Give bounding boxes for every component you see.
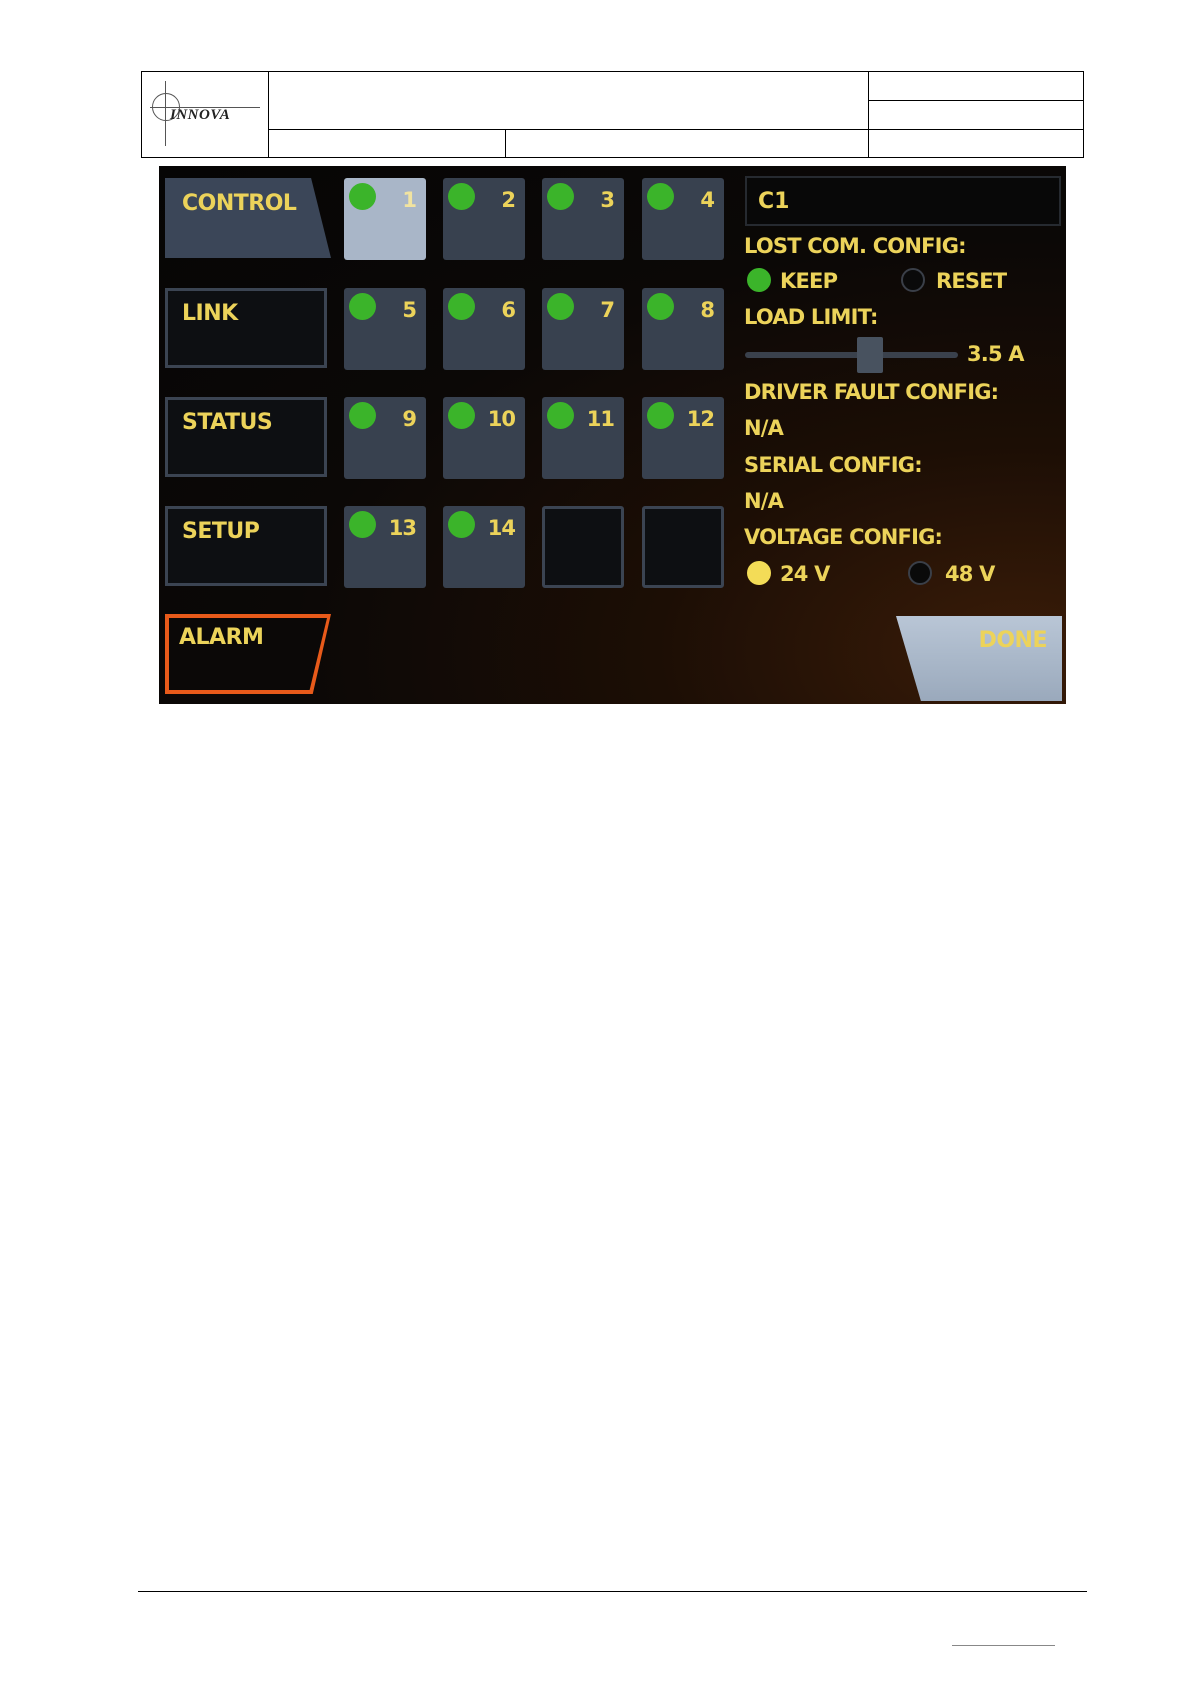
status-nav-button[interactable]: STATUS [165, 397, 327, 477]
logo-text: INNOVA [170, 107, 231, 123]
load-limit-slider-thumb[interactable] [857, 337, 884, 373]
status-led-icon [349, 511, 376, 538]
link-label: LINK [182, 301, 238, 326]
channel-number: 3 [600, 188, 615, 212]
setup-label: SETUP [182, 519, 260, 544]
channel-number: 6 [501, 298, 516, 322]
status-led-icon [349, 402, 376, 429]
channel-tile-5[interactable]: 5 [344, 288, 426, 370]
status-label: STATUS [182, 410, 273, 435]
status-led-icon [448, 183, 475, 210]
logo-line [165, 81, 166, 146]
channel-number: 5 [402, 298, 417, 322]
reset-radio[interactable] [901, 268, 925, 292]
status-led-icon [448, 402, 475, 429]
table-divider [868, 100, 1083, 101]
status-led-icon [547, 293, 574, 320]
voltage-24v-radio[interactable] [747, 561, 771, 585]
channel-tile-12[interactable]: 12 [642, 397, 724, 479]
channel-number: 4 [700, 188, 715, 212]
status-led-icon [349, 183, 376, 210]
table-divider [269, 129, 1083, 130]
channel-tile-6[interactable]: 6 [443, 288, 525, 370]
keep-radio[interactable] [747, 268, 771, 292]
reset-option-label: RESET [936, 269, 1007, 293]
footer-short-rule [952, 1645, 1055, 1646]
document-header-table: INNOVA [141, 71, 1084, 158]
channel-tile-3[interactable]: 3 [542, 178, 624, 260]
load-limit-value: 3.5 A [967, 342, 1025, 366]
channel-number: 11 [586, 407, 615, 431]
status-led-icon [448, 293, 475, 320]
channel-tile-10[interactable]: 10 [443, 397, 525, 479]
lost-com-label: LOST COM. CONFIG: [744, 234, 967, 258]
control-nav-button[interactable]: CONTROL [165, 178, 331, 258]
channel-number: 10 [487, 407, 516, 431]
status-led-icon [349, 293, 376, 320]
control-label: CONTROL [182, 191, 297, 216]
driver-fault-label: DRIVER FAULT CONFIG: [744, 380, 999, 404]
channel-number: 7 [600, 298, 615, 322]
table-divider [505, 129, 506, 157]
channel-tile-empty[interactable] [642, 506, 724, 588]
setup-nav-button[interactable]: SETUP [165, 506, 327, 586]
serial-config-label: SERIAL CONFIG: [744, 453, 923, 477]
keep-option-label: KEEP [780, 269, 838, 293]
alarm-label: ALARM [179, 625, 264, 650]
channel-number: 2 [501, 188, 516, 212]
channel-number: 13 [388, 516, 417, 540]
channel-number: 12 [686, 407, 715, 431]
channel-tile-1[interactable]: 1 [344, 178, 426, 260]
channel-number: 1 [402, 188, 417, 212]
channel-name-field[interactable]: C1 [745, 176, 1061, 226]
link-nav-button[interactable]: LINK [165, 288, 327, 368]
hmi-screenshot: CONTROL LINK STATUS SETUP ALARM 12345678… [159, 166, 1066, 704]
channel-tile-8[interactable]: 8 [642, 288, 724, 370]
voltage-48v-radio[interactable] [908, 561, 932, 585]
status-led-icon [547, 183, 574, 210]
load-limit-label: LOAD LIMIT: [744, 305, 878, 329]
voltage-24v-label: 24 V [780, 562, 830, 586]
voltage-48v-label: 48 V [945, 562, 995, 586]
status-led-icon [647, 183, 674, 210]
channel-tile-11[interactable]: 11 [542, 397, 624, 479]
driver-fault-value: N/A [744, 416, 784, 440]
channel-name-value: C1 [758, 189, 790, 214]
channel-number: 8 [700, 298, 715, 322]
status-led-icon [647, 402, 674, 429]
status-led-icon [647, 293, 674, 320]
channel-tile-13[interactable]: 13 [344, 506, 426, 588]
status-led-icon [547, 402, 574, 429]
done-button[interactable]: DONE [896, 616, 1062, 701]
channel-number: 14 [487, 516, 516, 540]
voltage-config-label: VOLTAGE CONFIG: [744, 525, 943, 549]
channel-tile-9[interactable]: 9 [344, 397, 426, 479]
channel-tile-empty[interactable] [542, 506, 624, 588]
channel-number: 9 [402, 407, 417, 431]
channel-tile-2[interactable]: 2 [443, 178, 525, 260]
channel-tile-7[interactable]: 7 [542, 288, 624, 370]
channel-tile-4[interactable]: 4 [642, 178, 724, 260]
footer-rule [138, 1591, 1087, 1592]
load-limit-slider[interactable] [745, 352, 958, 358]
alarm-nav-button[interactable]: ALARM [165, 614, 331, 694]
done-label: DONE [978, 628, 1048, 653]
channel-tile-14[interactable]: 14 [443, 506, 525, 588]
serial-config-value: N/A [744, 489, 784, 513]
status-led-icon [448, 511, 475, 538]
logo-cell: INNOVA [142, 72, 269, 157]
table-divider [868, 72, 869, 157]
